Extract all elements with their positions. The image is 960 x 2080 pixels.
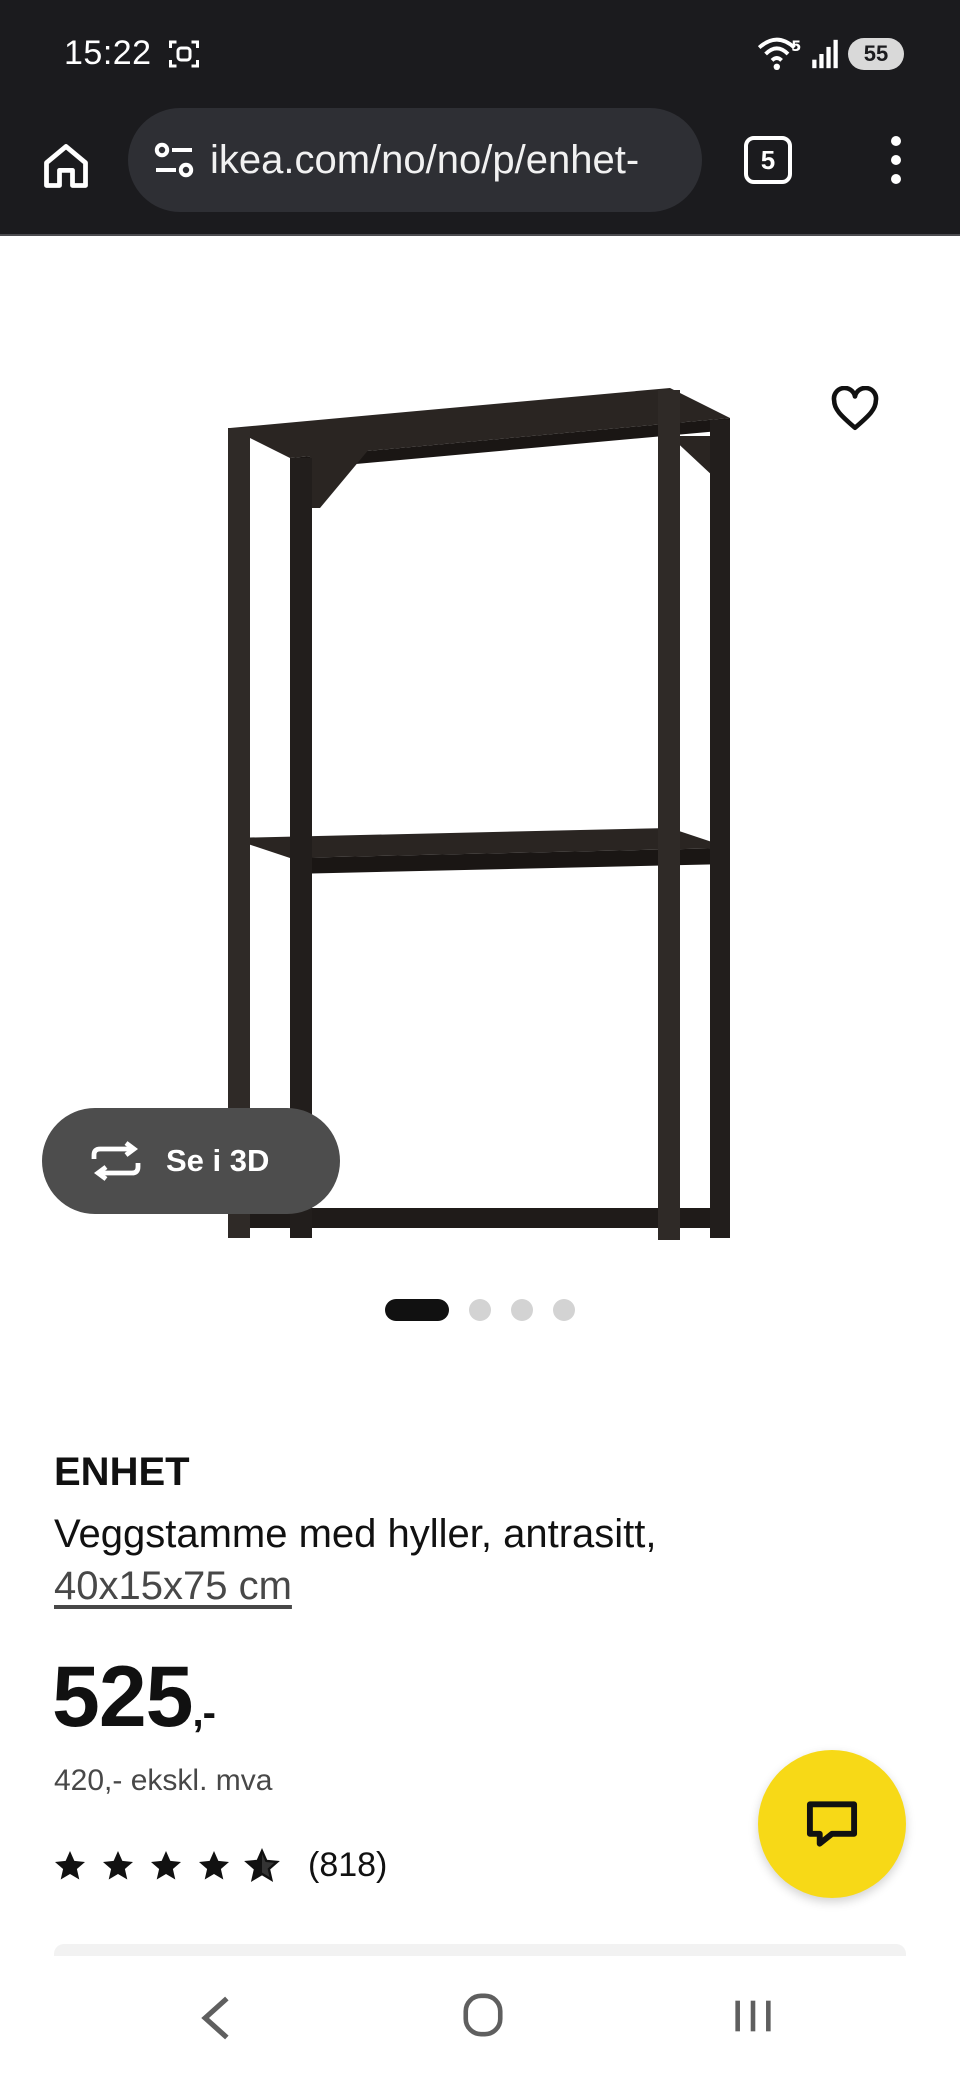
- rating-count: (818): [308, 1846, 388, 1884]
- carousel-dot-4[interactable]: [553, 1299, 575, 1321]
- price-suffix: ,-: [192, 1691, 216, 1735]
- product-price: 525,-: [52, 1648, 216, 1747]
- more-vert-icon: [891, 136, 901, 146]
- wifi-band-label: 5: [791, 39, 801, 55]
- star-icon: [103, 1850, 133, 1879]
- browser-toolbar: ikea.com/no/no/p/enhet- 5: [0, 108, 960, 236]
- more-vert-dot: [891, 174, 901, 184]
- more-menu-button[interactable]: [876, 132, 916, 188]
- browser-home-button[interactable]: [30, 130, 102, 202]
- address-bar[interactable]: ikea.com/no/no/p/enhet-: [128, 108, 702, 212]
- screenshot-icon: [169, 40, 199, 68]
- price-excluding-vat: 420,- ekskl. mva: [54, 1764, 273, 1797]
- status-bar: 15:22 5 55: [0, 0, 960, 108]
- product-image-gallery[interactable]: Se i 3D: [0, 238, 960, 1258]
- favorite-button[interactable]: [820, 374, 890, 444]
- star-icon: [55, 1850, 85, 1879]
- price-main: 525: [52, 1649, 193, 1745]
- star-icon: [151, 1850, 181, 1879]
- chat-button[interactable]: [758, 1750, 906, 1898]
- site-settings-icon[interactable]: [150, 136, 198, 184]
- battery-indicator: 55: [848, 38, 904, 70]
- view-in-3d-label: Se i 3D: [166, 1143, 270, 1178]
- product-size-link[interactable]: 40x15x75 cm: [54, 1560, 292, 1612]
- star-half-icon: [244, 1847, 280, 1882]
- product-name: ENHET: [54, 1450, 190, 1494]
- carousel-indicator: [0, 1298, 960, 1322]
- chat-bubble-icon: [806, 1801, 858, 1847]
- status-time: 15:22: [64, 34, 152, 72]
- view-in-3d-button[interactable]: Se i 3D: [42, 1108, 340, 1214]
- product-rating[interactable]: (818): [52, 1846, 387, 1885]
- product-description: Veggstamme med hyller, antrasitt,: [54, 1512, 657, 1556]
- carousel-dot-1[interactable]: [385, 1299, 449, 1321]
- system-navigation-bar: [0, 1956, 960, 2080]
- more-vert-dot: [891, 155, 901, 165]
- next-section-card: [54, 1944, 906, 1956]
- product-image: [228, 388, 730, 1240]
- carousel-dot-3[interactable]: [511, 1299, 533, 1321]
- star-icon: [199, 1850, 229, 1879]
- home-icon: [44, 144, 88, 188]
- tab-switcher-button[interactable]: 5: [744, 136, 792, 184]
- recents-icon[interactable]: [730, 1994, 776, 2038]
- signal-icon: [812, 39, 838, 69]
- wifi-icon: 5: [757, 37, 801, 70]
- rotate-3d-icon: [91, 1141, 141, 1181]
- carousel-dot-2[interactable]: [469, 1299, 491, 1321]
- heart-outline-icon: [831, 386, 879, 431]
- home-nav-icon[interactable]: [460, 1990, 506, 2040]
- back-icon[interactable]: [194, 1992, 238, 2044]
- url-text: ikea.com/no/no/p/enhet-: [210, 137, 640, 182]
